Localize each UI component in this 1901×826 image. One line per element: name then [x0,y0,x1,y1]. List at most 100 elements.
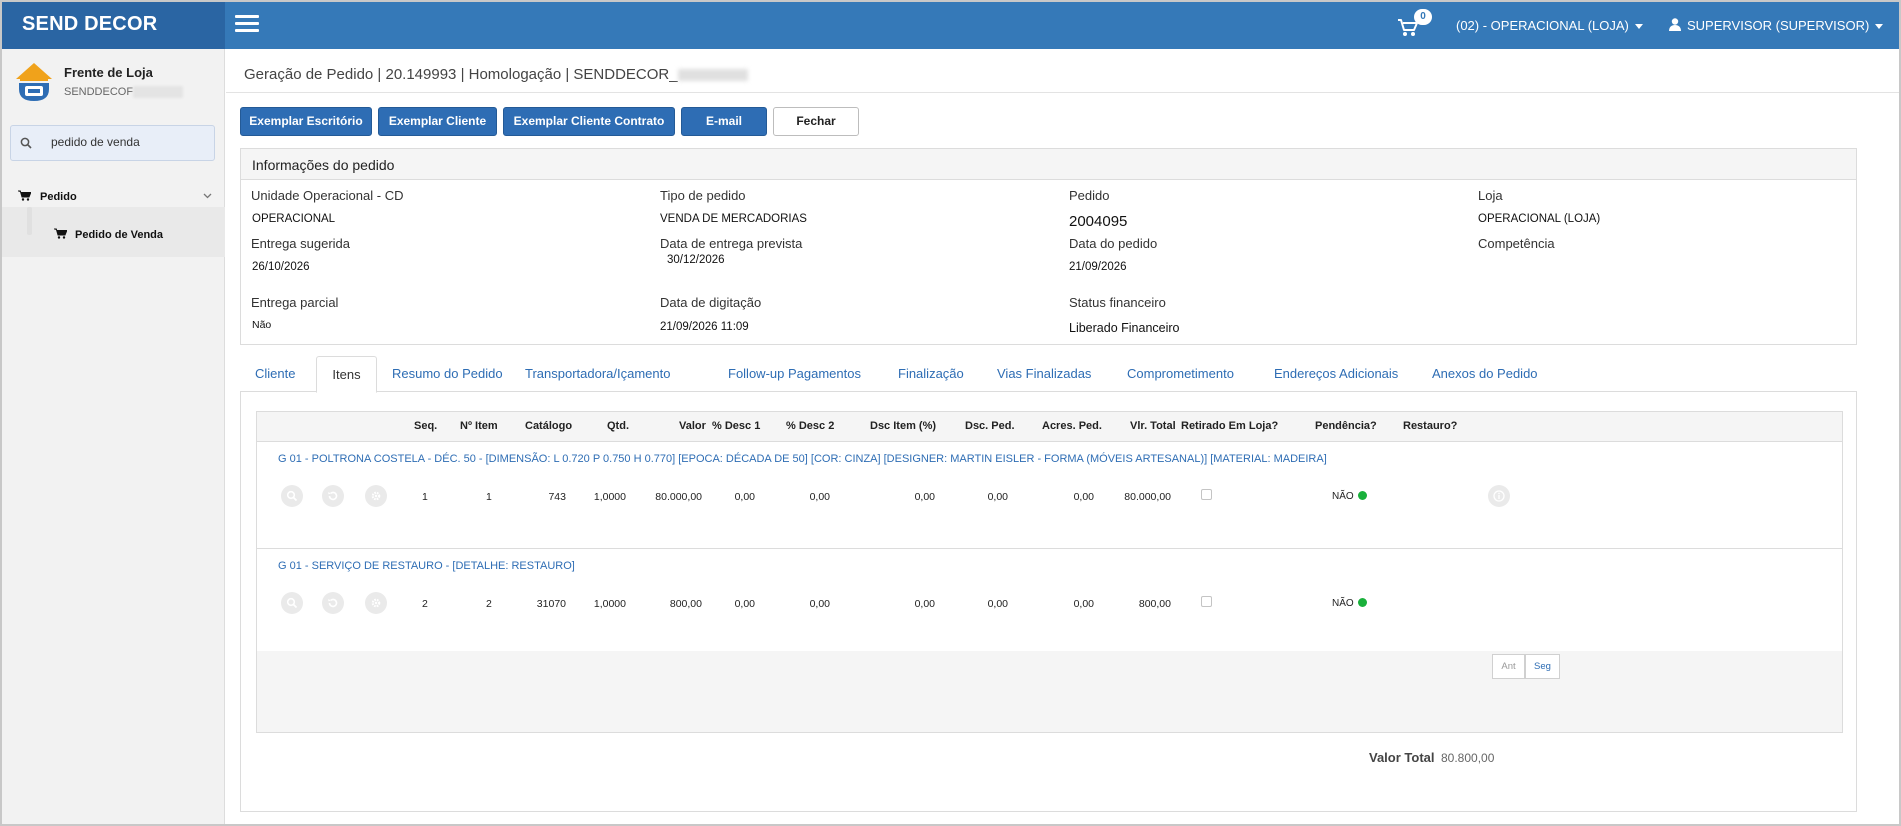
cell-dsc-item: 0,00 [914,491,935,503]
field-label: Tipo de pedido [660,188,746,203]
cell-value: 800,00 [669,598,702,610]
cart-button[interactable]: 0 [1397,9,1432,40]
caret-down-icon [1634,24,1643,30]
cell-seq: 2 [422,598,428,610]
sidebar-item-label: Pedido [40,191,77,203]
pager-prev-button[interactable]: Ant [1492,654,1525,679]
column-header: Pendência? [1315,420,1377,432]
pending-status: NÃO [1332,598,1367,609]
tab-vias-finalizadas[interactable]: Vias Finalizadas [997,356,1091,393]
cart-icon [54,228,67,239]
main-content: Geração de Pedido | 20.149993 | Homologa… [226,49,1899,824]
cell-item: 1 [486,491,492,503]
sidebar-item-label: Pedido de Venda [75,229,164,241]
cell-item: 2 [486,598,492,610]
field-value: 21/09/2026 11:09 [660,321,749,333]
column-header: Vlr. Total [1130,420,1176,432]
items-grid: Seq. Nº Item Catálogo Qtd. Valor % Desc … [256,411,1843,733]
status-dot-icon [1357,491,1367,500]
picked-up-checkbox[interactable] [1201,596,1212,607]
history-icon[interactable] [322,592,344,614]
cell-total: 800,00 [1138,598,1171,610]
cell-acres-ped: 0,00 [1073,598,1094,610]
tab-transportadora[interactable]: Transportadora/Içamento [525,356,670,393]
field-value: 30/12/2026 [667,254,725,266]
field-value: 26/10/2026 [252,261,310,273]
divider [226,92,1899,93]
column-header: Retirado Em Loja? [1181,420,1279,432]
tab-comprometimento[interactable]: Comprometimento [1127,356,1234,393]
panel-title: Informações do pedido [241,149,1856,180]
menu-toggle-icon[interactable] [235,15,259,33]
tab-finalizacao[interactable]: Finalização [898,356,964,393]
user-icon [1669,18,1681,31]
tab-anexos[interactable]: Anexos do Pedido [1432,356,1538,393]
pager-next-button[interactable]: Seg [1525,654,1560,679]
shop-title: Frente de Loja [64,65,153,80]
unit-menu[interactable]: (02) - OPERACIONAL (LOJA) [1456,18,1643,33]
gear-icon[interactable] [365,485,387,507]
caret-down-icon [1875,24,1884,30]
search-icon[interactable] [281,592,303,614]
cell-catalog: 31070 [536,598,566,610]
item-description[interactable]: G 01 - SERVIÇO DE RESTAURO - [DETALHE: R… [278,560,575,572]
cell-qty: 1,0000 [593,491,626,503]
close-button[interactable]: Fechar [773,107,859,136]
sidebar-item-pedido-de-venda[interactable]: Pedido de Venda [2,207,225,257]
cell-desc2: 0,00 [809,598,830,610]
pending-label: NÃO [1332,491,1354,502]
tab-itens[interactable]: Itens [316,356,377,393]
info-icon[interactable] [1488,485,1510,507]
email-button[interactable]: E-mail [681,107,767,136]
table-row: G 01 - SERVIÇO DE RESTAURO - [DETALHE: R… [257,549,1842,651]
column-header: Valor [679,420,706,432]
print-client-contract-button[interactable]: Exemplar Cliente Contrato [503,107,675,136]
order-number: 2004095 [1069,213,1128,230]
cell-acres-ped: 0,00 [1073,491,1094,503]
print-client-copy-button[interactable]: Exemplar Cliente [378,107,497,136]
field-value: Liberado Financeiro [1069,321,1180,335]
column-header: Seq. [414,420,438,432]
column-header: Dsc Item (%) [870,420,937,432]
print-office-copy-button[interactable]: Exemplar Escritório [240,107,372,136]
total-label: Valor Total [1369,750,1435,765]
cell-desc1: 0,00 [734,491,755,503]
cell-value: 80.000,00 [655,491,702,503]
field-label: Entrega parcial [251,295,339,310]
cell-desc2: 0,00 [809,491,830,503]
field-label: Data de digitação [660,295,762,310]
menu-search[interactable] [10,125,215,161]
field-value: OPERACIONAL (LOJA) [1478,213,1601,225]
gear-icon[interactable] [365,592,387,614]
cell-catalog: 743 [548,491,566,503]
column-header: Catálogo [525,420,573,432]
field-label: Unidade Operacional - CD [251,188,404,203]
picked-up-checkbox[interactable] [1201,489,1212,500]
field-value: OPERACIONAL [252,213,336,225]
tab-resumo[interactable]: Resumo do Pedido [392,356,503,393]
item-description[interactable]: G 01 - POLTRONA COSTELA - DÉC. 50 - [DIM… [278,453,1327,465]
column-header: Acres. Ped. [1042,420,1102,432]
tab-cliente[interactable]: Cliente [255,356,295,393]
cell-seq: 1 [422,491,428,503]
user-menu[interactable]: SUPERVISOR (SUPERVISOR) [1669,18,1884,33]
field-label: Status financeiro [1069,295,1166,310]
pending-label: NÃO [1332,598,1354,609]
user-menu-label: SUPERVISOR (SUPERVISOR) [1687,18,1870,33]
tree-connector [27,207,32,235]
sidebar: Frente de Loja SENDDECOF Pedido [2,49,225,824]
brand-logo[interactable]: SEND DECOR [2,2,225,49]
menu-search-input[interactable] [51,135,206,149]
table-row: G 01 - POLTRONA COSTELA - DÉC. 50 - [DIM… [257,442,1842,549]
total-value: 80.800,00 [1441,751,1495,765]
order-tabs: Cliente Itens Resumo do Pedido Transport… [240,356,1857,393]
tab-enderecos[interactable]: Endereços Adicionais [1274,356,1398,393]
history-icon[interactable] [322,485,344,507]
shop-subtitle: SENDDECOF [64,86,184,99]
column-header: Restauro? [1403,420,1458,432]
tab-follow-up[interactable]: Follow-up Pagamentos [728,356,861,393]
search-icon[interactable] [281,485,303,507]
order-info-panel: Informações do pedido Unidade Operaciona… [240,148,1857,345]
cell-desc1: 0,00 [734,598,755,610]
store-icon [16,63,52,101]
